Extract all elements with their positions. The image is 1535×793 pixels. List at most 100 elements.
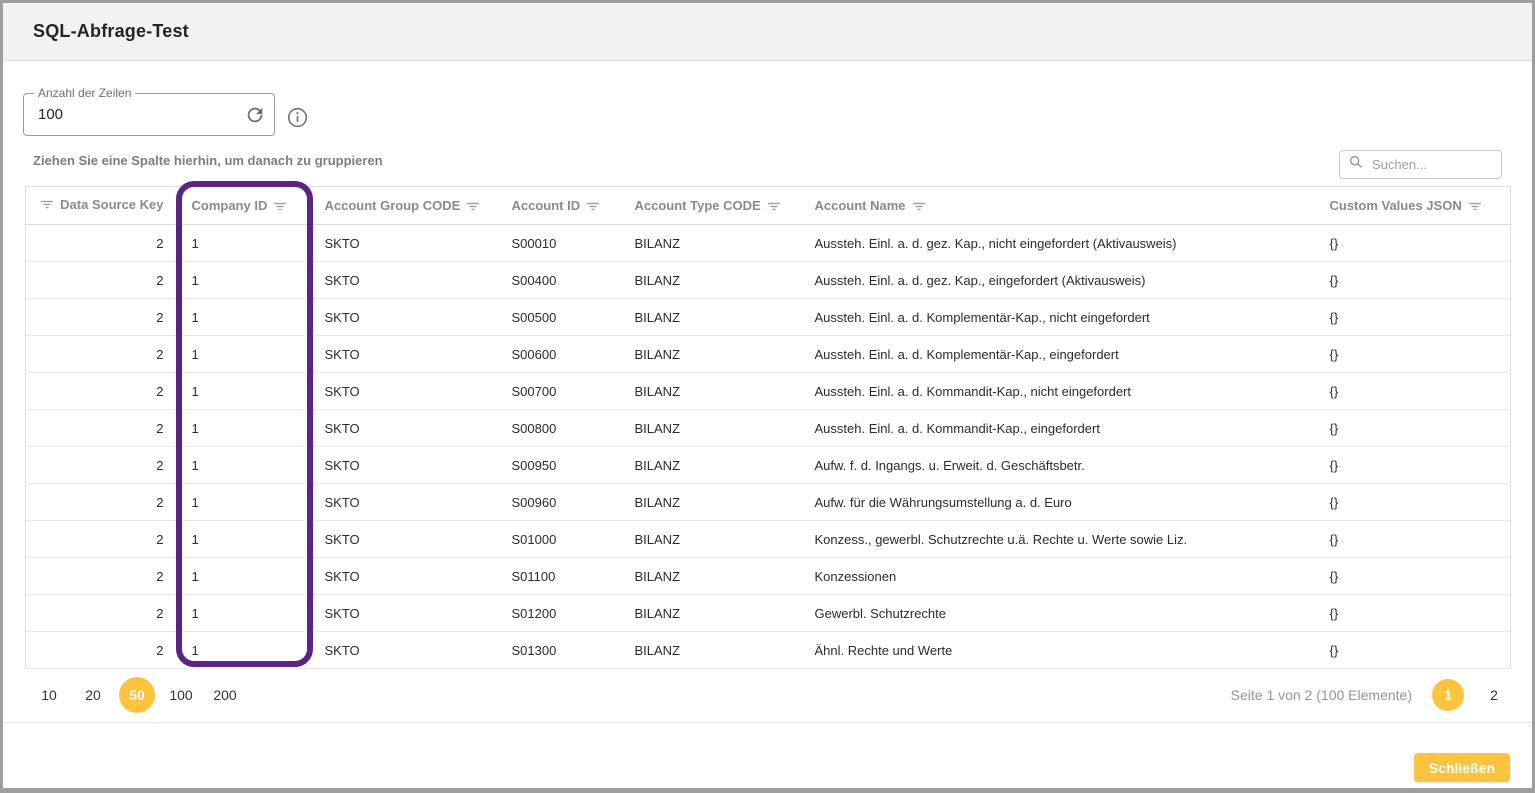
refresh-icon[interactable]: [244, 104, 266, 126]
search-icon: [1348, 154, 1364, 175]
column-header-account-group-code[interactable]: Account Group CODE: [311, 187, 498, 225]
table-cell: 2: [26, 521, 178, 558]
page-size-50[interactable]: 50: [119, 677, 155, 713]
table-cell: 1: [178, 521, 311, 558]
data-grid-body: 21SKTOS00010BILANZAussteh. Einl. a. d. g…: [26, 225, 1511, 669]
column-header-account-name[interactable]: Account Name: [801, 187, 1316, 225]
column-header-label: Account Name: [815, 198, 906, 213]
table-cell: S00800: [498, 410, 621, 447]
title-bar: SQL-Abfrage-Test: [3, 3, 1532, 61]
table-cell: BILANZ: [621, 632, 801, 669]
column-header-account-id[interactable]: Account ID: [498, 187, 621, 225]
page-title: SQL-Abfrage-Test: [33, 21, 189, 42]
table-cell: Aussteh. Einl. a. d. Kommandit-Kap., nic…: [801, 373, 1316, 410]
table-cell: Gewerbl. Schutzrechte: [801, 595, 1316, 632]
table-cell: SKTO: [311, 521, 498, 558]
column-header-label: Data Source Key: [60, 197, 163, 212]
table-cell: Aussteh. Einl. a. d. Komplementär-Kap., …: [801, 299, 1316, 336]
table-cell: BILANZ: [621, 484, 801, 521]
table-row[interactable]: 21SKTOS00800BILANZAussteh. Einl. a. d. K…: [26, 410, 1511, 447]
table-cell: 1: [178, 447, 311, 484]
info-icon[interactable]: [286, 106, 309, 129]
table-cell: 1: [178, 484, 311, 521]
group-by-drop-zone[interactable]: Ziehen Sie eine Spalte hierhin, um danac…: [33, 153, 383, 168]
filter-icon[interactable]: [273, 199, 287, 213]
dialog-window: SQL-Abfrage-Test Anzahl der Zeilen Ziehe…: [0, 0, 1535, 793]
filter-icon[interactable]: [767, 199, 781, 213]
page-size-10[interactable]: 10: [31, 677, 67, 713]
table-row[interactable]: 21SKTOS00700BILANZAussteh. Einl. a. d. K…: [26, 373, 1511, 410]
table-cell: S01100: [498, 558, 621, 595]
table-cell: 2: [26, 373, 178, 410]
table-row[interactable]: 21SKTOS00960BILANZAufw. für die Währungs…: [26, 484, 1511, 521]
table-cell: BILANZ: [621, 299, 801, 336]
column-header-custom-values-json[interactable]: Custom Values JSON: [1316, 187, 1511, 225]
table-cell: SKTO: [311, 373, 498, 410]
table-cell: 2: [26, 262, 178, 299]
table-cell: {}: [1316, 558, 1511, 595]
table-cell: S00950: [498, 447, 621, 484]
row-count-input[interactable]: [24, 94, 274, 135]
table-cell: SKTO: [311, 225, 498, 262]
filter-icon[interactable]: [586, 199, 600, 213]
table-row[interactable]: 21SKTOS00600BILANZAussteh. Einl. a. d. K…: [26, 336, 1511, 373]
table-cell: S01200: [498, 595, 621, 632]
table-cell: 2: [26, 447, 178, 484]
table-cell: {}: [1316, 521, 1511, 558]
table-cell: SKTO: [311, 595, 498, 632]
table-row[interactable]: 21SKTOS01200BILANZGewerbl. Schutzrechte{…: [26, 595, 1511, 632]
table-cell: SKTO: [311, 336, 498, 373]
page-size-20[interactable]: 20: [75, 677, 111, 713]
table-cell: {}: [1316, 262, 1511, 299]
search-input[interactable]: [1370, 156, 1493, 173]
table-cell: S01300: [498, 632, 621, 669]
page-button-2[interactable]: 2: [1478, 679, 1510, 711]
page-button-1[interactable]: 1: [1432, 679, 1464, 711]
table-cell: {}: [1316, 299, 1511, 336]
table-cell: 1: [178, 632, 311, 669]
table-row[interactable]: 21SKTOS01100BILANZKonzessionen{}: [26, 558, 1511, 595]
table-cell: 1: [178, 225, 311, 262]
table-row[interactable]: 21SKTOS01300BILANZÄhnl. Rechte und Werte…: [26, 632, 1511, 669]
table-cell: SKTO: [311, 410, 498, 447]
column-header-account-type-code[interactable]: Account Type CODE: [621, 187, 801, 225]
table-cell: {}: [1316, 484, 1511, 521]
table-row[interactable]: 21SKTOS01000BILANZKonzess., gewerbl. Sch…: [26, 521, 1511, 558]
page-size-200[interactable]: 200: [207, 677, 243, 713]
close-button[interactable]: Schließen: [1414, 753, 1510, 782]
table-cell: 2: [26, 595, 178, 632]
filter-icon[interactable]: [912, 199, 926, 213]
data-grid: Data Source Key Company IDAccount Group C…: [25, 186, 1511, 669]
table-cell: Aussteh. Einl. a. d. Komplementär-Kap., …: [801, 336, 1316, 373]
table-cell: {}: [1316, 632, 1511, 669]
table-cell: 1: [178, 558, 311, 595]
table-row[interactable]: 21SKTOS00010BILANZAussteh. Einl. a. d. g…: [26, 225, 1511, 262]
column-header-data-source-key[interactable]: Data Source Key: [26, 187, 178, 225]
filter-icon[interactable]: [40, 197, 54, 211]
table-cell: {}: [1316, 447, 1511, 484]
page-summary: Seite 1 von 2 (100 Elemente): [1231, 687, 1412, 703]
table-row[interactable]: 21SKTOS00500BILANZAussteh. Einl. a. d. K…: [26, 299, 1511, 336]
table-cell: BILANZ: [621, 521, 801, 558]
table-cell: Aussteh. Einl. a. d. gez. Kap., nicht ei…: [801, 225, 1316, 262]
table-cell: Aussteh. Einl. a. d. gez. Kap., eingefor…: [801, 262, 1316, 299]
table-cell: 1: [178, 595, 311, 632]
table-cell: 1: [178, 373, 311, 410]
table-cell: SKTO: [311, 632, 498, 669]
table-cell: S00600: [498, 336, 621, 373]
table-row[interactable]: 21SKTOS00400BILANZAussteh. Einl. a. d. g…: [26, 262, 1511, 299]
table-cell: SKTO: [311, 447, 498, 484]
table-cell: BILANZ: [621, 225, 801, 262]
filter-icon[interactable]: [466, 199, 480, 213]
table-cell: 2: [26, 484, 178, 521]
page-size-100[interactable]: 100: [163, 677, 199, 713]
table-cell: BILANZ: [621, 447, 801, 484]
table-cell: S00960: [498, 484, 621, 521]
table-cell: {}: [1316, 410, 1511, 447]
filter-icon[interactable]: [1468, 199, 1482, 213]
table-cell: S00500: [498, 299, 621, 336]
table-cell: 2: [26, 632, 178, 669]
table-cell: 1: [178, 336, 311, 373]
column-header-company-id[interactable]: Company ID: [178, 187, 311, 225]
table-row[interactable]: 21SKTOS00950BILANZAufw. f. d. Ingangs. u…: [26, 447, 1511, 484]
